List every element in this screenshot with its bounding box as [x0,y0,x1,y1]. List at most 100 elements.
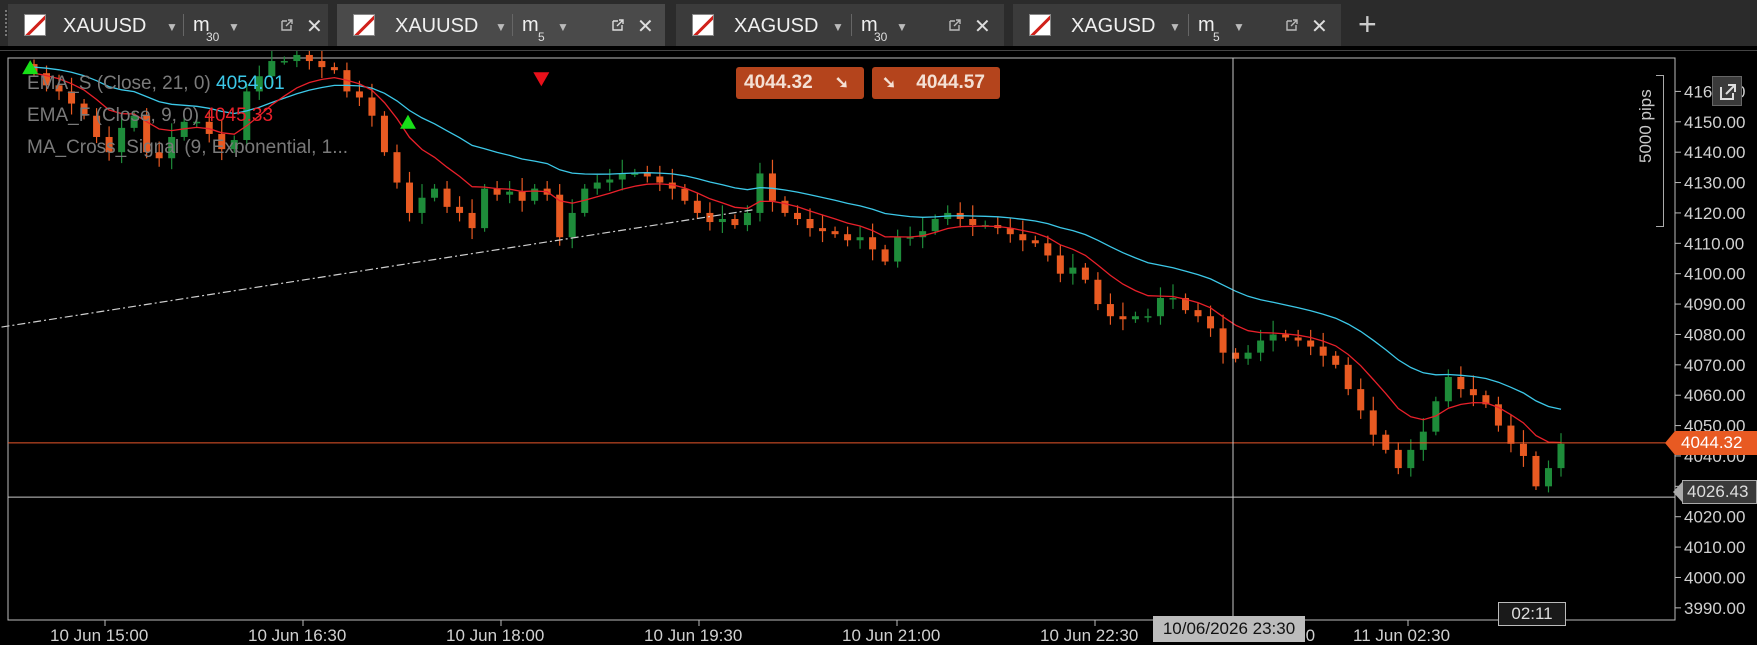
time-tick-label: 10 Jun 15:00 [50,626,148,645]
bear-candle [355,91,363,98]
plus-icon[interactable]: + [1358,6,1377,43]
close-icon[interactable]: ✕ [1311,14,1328,39]
bull-candle [1156,297,1164,317]
bear-candle [819,228,827,232]
external-link-icon[interactable] [611,18,625,32]
pips-ruler [1656,75,1664,227]
tab-symbol: XAGUSD [1071,15,1156,37]
buy-signal-arrow [400,114,416,129]
time-tick-label: 10 Jun 22:30 [1040,626,1138,645]
ema-s-legend: EMA_S (Close, 21, 0) 4054.01 [27,73,285,95]
tab-xagusd-m30[interactable]: XAGUSD ▼ m 30 ▼ ✕ [676,4,1004,46]
bear-candle [1106,304,1114,317]
bull-candle [618,173,626,180]
chevron-down-icon[interactable]: ▼ [228,20,240,34]
price-tick-label: 4020.00 [1684,508,1745,527]
bull-candle [1244,352,1252,359]
bull-candle [593,182,601,189]
chevron-down-icon[interactable]: ▼ [832,20,844,34]
time-tick-label: 10 Jun 18:00 [446,626,544,645]
bear-candle [443,188,451,207]
close-icon[interactable]: ✕ [306,14,323,39]
bar-countdown: 02:11 [1498,602,1566,626]
bull-candle [756,173,764,213]
bull-candle [568,212,576,238]
price-tick-label: 4090.00 [1684,295,1745,314]
bear-candle [1019,234,1027,241]
chevron-down-icon[interactable]: ▼ [1169,20,1181,34]
bear-candle [1207,316,1215,329]
tab-symbol: XAGUSD [734,15,819,37]
bear-candle [1369,410,1377,435]
timeframe-value: 30 [874,30,888,44]
bull-candle [1131,316,1139,320]
bull-candle [743,212,751,226]
bear-candle [1332,355,1340,365]
price-tick-label: 4130.00 [1684,174,1745,193]
bear-candle [1357,389,1365,411]
bear-candle [1394,449,1402,469]
external-link-icon[interactable] [1712,76,1742,106]
close-icon[interactable]: ✕ [974,14,991,39]
price-axis: 4160.004150.004140.004130.004120.004110.… [1675,82,1745,618]
bull-candle [481,188,489,229]
bull-candle [431,188,439,198]
bear-candle [456,206,464,213]
price-tick-label: 3990.00 [1684,599,1745,618]
tab-divider [851,14,852,36]
bull-candle [1169,297,1177,300]
bull-candle [1544,468,1552,487]
bear-candle [1094,279,1102,305]
bear-candle [1219,328,1227,353]
ema-f-value: 4045.33 [204,105,274,126]
bid-price: 4044.32 [744,72,813,93]
ema-s-label: EMA_S (Close, 21, 0) [27,73,211,94]
bear-candle [706,212,714,223]
bear-candle [1282,334,1290,338]
price-tick-label: 4150.00 [1684,113,1745,132]
external-link-icon[interactable] [280,18,294,32]
ema-s-value: 4054.01 [216,73,285,94]
bear-candle [693,200,701,213]
sell-price-button[interactable]: 4044.32 ➘ [736,67,864,99]
bear-candle [1319,346,1327,356]
timeframe-value: 5 [1213,30,1220,44]
bear-candle [318,61,326,68]
timeframe-value: 30 [206,30,220,44]
bull-candle [1407,449,1415,469]
current-price-label: 4044.32 [1665,431,1757,455]
ma-cross-label: MA_Cross_Signal (9, Exponential, 1... [27,137,349,158]
chevron-down-icon[interactable]: ▼ [557,20,569,34]
bear-candle [1056,255,1064,274]
bear-candle [1532,455,1540,487]
chevron-down-icon[interactable]: ▼ [896,20,908,34]
close-icon[interactable]: ✕ [637,14,654,39]
crosshair-time-label: 10/06/2026 23:30 [1153,616,1305,642]
external-link-icon[interactable] [948,18,962,32]
chevron-down-icon[interactable]: ▼ [166,20,178,34]
bear-candle [844,234,852,241]
bear-candle [1469,389,1477,396]
ma-cross-legend: MA_Cross_Signal (9, Exponential, 1... [27,137,348,159]
bull-candle [718,219,726,223]
us-flag-icon [1029,14,1051,36]
tab-divider [1188,14,1189,36]
tab-xagusd-m5[interactable]: XAGUSD ▼ m 5 ▼ ✕ [1013,4,1341,46]
bear-candle [1081,267,1089,280]
bear-candle [969,219,977,226]
crosshair-price-label: 4026.43 [1673,480,1757,504]
chevron-down-icon[interactable]: ▼ [495,20,507,34]
time-tick-label: 10 Jun 16:30 [248,626,346,645]
price-chart[interactable]: 4160.004150.004140.004130.004120.004110.… [0,50,1757,645]
price-tick-label: 4060.00 [1684,386,1745,405]
bull-candle [931,219,939,232]
external-link-icon[interactable] [1285,18,1299,32]
tab-symbol: XAUUSD [395,15,479,37]
tab-xauusd-m30[interactable]: XAUUSD ▼ m 30 ▼ ✕ [8,4,328,46]
buy-price-button[interactable]: ➘ 4044.57 [872,67,1000,99]
bull-candle [1144,316,1152,318]
bear-candle [393,152,401,183]
price-tick-label: 4100.00 [1684,265,1745,284]
chevron-down-icon[interactable]: ▼ [1233,20,1245,34]
tab-xauusd-m5[interactable]: XAUUSD ▼ m 5 ▼ ✕ [337,4,665,46]
